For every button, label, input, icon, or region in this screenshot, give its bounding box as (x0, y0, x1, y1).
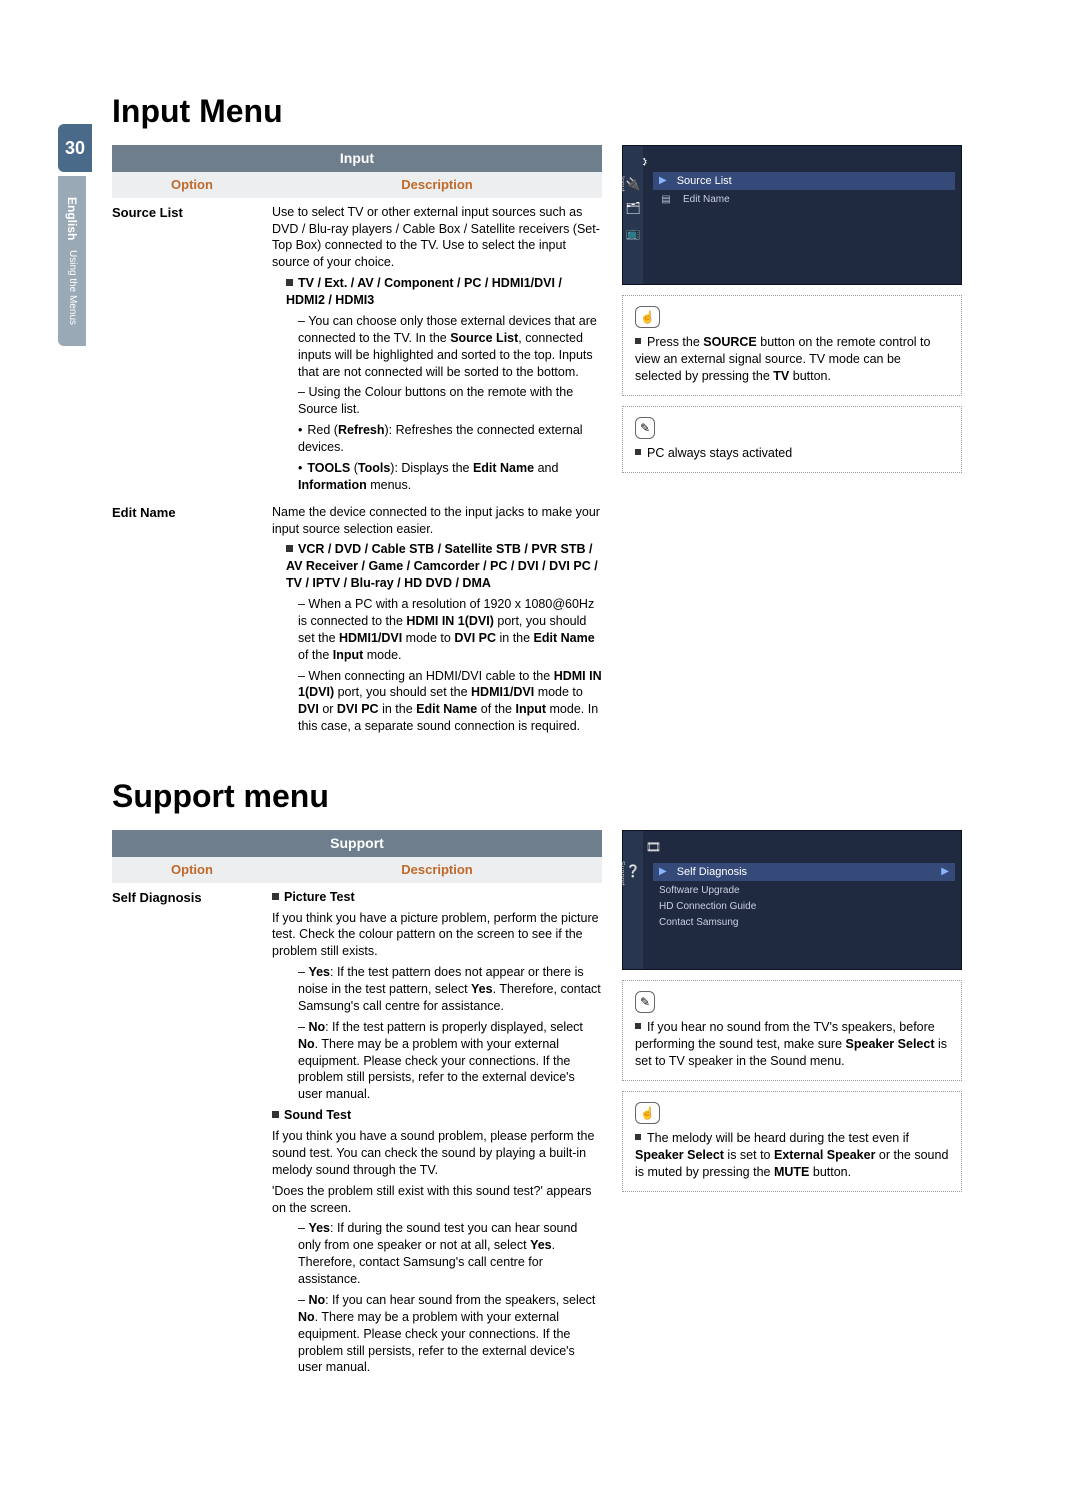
osd-input-preview: ⚙ 🔌 🗂 📺 Input ▶ Source List ▤ Edit Name (622, 145, 962, 285)
media-icon: 🎞 (646, 839, 661, 855)
help-icon: ❔ (626, 863, 641, 879)
hand-icon: ☝ (635, 306, 660, 328)
plug-icon: 🔌 (626, 176, 641, 192)
col-option: Option (112, 172, 272, 198)
osd-side-label: Input (617, 176, 626, 192)
osd-selected-row: ▶ Self Diagnosis ▶ (653, 863, 955, 881)
side-tab: English Using the Menus (58, 176, 86, 346)
note-text: If you hear no sound from the TV's speak… (635, 1019, 949, 1070)
text: Picture Test (272, 889, 602, 906)
input-table: Input Option Description Source List Use… (112, 145, 602, 739)
osd-item-text: HD Connection Guide (659, 900, 756, 914)
osd-item-text: Contact Samsung (659, 916, 739, 930)
col-option: Option (112, 857, 272, 883)
chevron-right-icon: ▶ (941, 865, 949, 879)
table-title: Support (112, 830, 602, 857)
osd-side-icons: 🔌 🗂 📺 (623, 146, 643, 284)
note-speaker-select: ✎ If you hear no sound from the TV's spe… (622, 980, 962, 1081)
heading-support-menu: Support menu (112, 775, 982, 818)
heading-input-menu: Input Menu (112, 90, 982, 133)
osd-item-text: Software Upgrade (659, 884, 740, 898)
desc-source-list: Use to select TV or other external input… (272, 204, 602, 498)
osd-selected-text: Source List (677, 174, 732, 189)
text: – You can choose only those external dev… (298, 313, 602, 381)
osd-selected-row: ▶ Source List (653, 172, 955, 190)
osd-item-text: Edit Name (683, 193, 730, 207)
osd-item: HD Connection Guide (653, 899, 955, 915)
list-icon: ▤ (659, 193, 673, 207)
support-table: Support Option Description Self Diagnosi… (112, 830, 602, 1380)
text: – Yes: If during the sound test you can … (298, 1220, 602, 1288)
text: Sound Test (272, 1107, 602, 1124)
option-edit-name: Edit Name (112, 504, 272, 739)
tv-icon: 📺 (626, 225, 641, 241)
text: – When a PC with a resolution of 1920 x … (298, 596, 602, 664)
osd-item: Software Upgrade (653, 883, 955, 899)
osd-support-preview: 🎞 ❔ Support ▶ Self Diagnosis ▶ Software … (622, 830, 962, 970)
osd-item: ▤ Edit Name (653, 192, 955, 208)
option-source-list: Source List (112, 204, 272, 498)
chevron-right-icon: ▶ (659, 174, 667, 188)
col-description: Description (272, 172, 602, 198)
option-self-diagnosis: Self Diagnosis (112, 889, 272, 1381)
desc-self-diagnosis: Picture Test If you think you have a pic… (272, 889, 602, 1381)
folder-icon: 🗂 (625, 200, 640, 216)
text: Red (Refresh): Refreshes the connected e… (298, 422, 602, 456)
text: – Yes: If the test pattern does not appe… (298, 964, 602, 1015)
desc-edit-name: Name the device connected to the input j… (272, 504, 602, 739)
table-title: Input (112, 145, 602, 172)
col-description: Description (272, 857, 602, 883)
chevron-right-icon: ▶ (659, 865, 667, 879)
text: Name the device connected to the input j… (272, 504, 602, 538)
note-source-button: ☝ Press the SOURCE button on the remote … (622, 295, 962, 396)
text: TV / Ext. / AV / Component / PC / HDMI1/… (286, 275, 602, 309)
hand-icon: ☝ (635, 1102, 660, 1124)
note-text: Press the SOURCE button on the remote co… (635, 334, 949, 385)
text: – Using the Colour buttons on the remote… (298, 384, 602, 418)
text: Use to select TV or other external input… (272, 204, 602, 272)
osd-selected-text: Self Diagnosis (677, 865, 747, 880)
note-melody: ☝ The melody will be heard during the te… (622, 1091, 962, 1192)
text: – No: If the test pattern is properly di… (298, 1019, 602, 1103)
page-number: 30 (58, 124, 92, 172)
osd-side-icons: ❔ (623, 831, 643, 969)
side-language: English (64, 197, 80, 240)
note-text: The melody will be heard during the test… (635, 1130, 949, 1181)
side-section: Using the Menus (65, 250, 79, 325)
note-pc-activated: ✎ PC always stays activated (622, 406, 962, 473)
info-icon: ✎ (635, 417, 655, 439)
info-icon: ✎ (635, 991, 655, 1013)
text: TOOLS (Tools): Displays the Edit Name an… (298, 460, 602, 494)
note-text: PC always stays activated (635, 445, 949, 462)
text: – No: If you can hear sound from the spe… (298, 1292, 602, 1376)
osd-item: Contact Samsung (653, 915, 955, 931)
osd-side-label: Support (617, 861, 626, 886)
text: – When connecting an HDMI/DVI cable to t… (298, 668, 602, 736)
text: VCR / DVD / Cable STB / Satellite STB / … (286, 541, 602, 592)
text: If you think you have a sound problem, p… (272, 1128, 602, 1179)
text: 'Does the problem still exist with this … (272, 1183, 602, 1217)
text: If you think you have a picture problem,… (272, 910, 602, 961)
